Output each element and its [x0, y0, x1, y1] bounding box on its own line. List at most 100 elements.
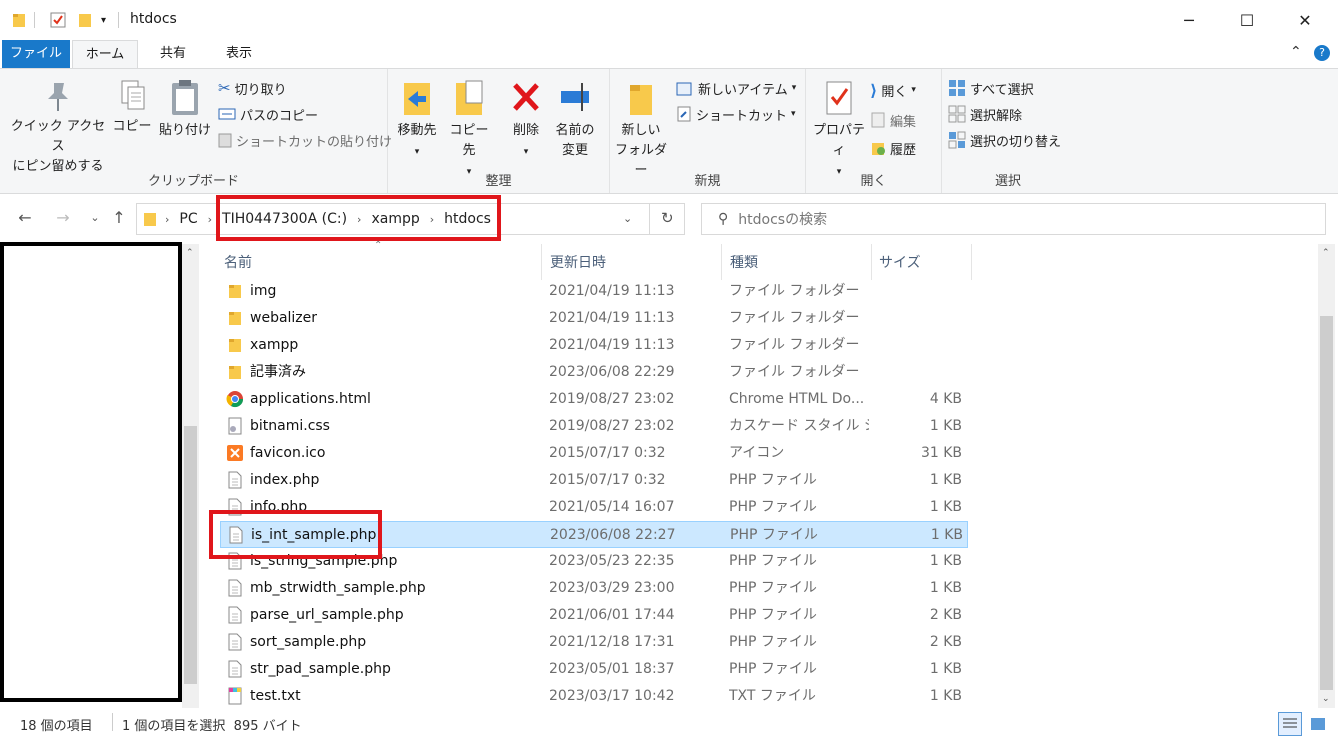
cut-label: 切り取り: [234, 82, 287, 98]
file-icon: [226, 606, 244, 624]
file-size: [870, 305, 962, 332]
up-arrow-icon[interactable]: ↑: [108, 208, 130, 227]
new-item-button[interactable]: 新しいアイテム ▾: [676, 77, 796, 99]
shortcut-button[interactable]: ショートカット ▾: [676, 103, 796, 125]
refresh-icon[interactable]: ↻: [661, 209, 674, 227]
scroll-up-icon[interactable]: ⌃: [186, 248, 194, 258]
file-size: 2 KB: [929, 607, 962, 623]
file-type: PHP ファイル: [729, 661, 817, 677]
paste-shortcut-icon: [218, 133, 232, 148]
file-name: mb_strwidth_sample.php: [250, 580, 426, 596]
file-row[interactable]: str_pad_sample.php 2023/05/01 18:37 PHP ファ…: [220, 656, 968, 683]
pin-quick-access-button[interactable]: クイック アクセス にピン留めする: [8, 79, 108, 177]
paste-shortcut-button[interactable]: ショートカットの貼り付け: [218, 129, 392, 151]
collapse-ribbon-icon[interactable]: ⌃: [1290, 44, 1302, 60]
file-size: [870, 359, 962, 386]
file-row[interactable]: test.txt 2023/03/17 10:42 TXT ファイル 1 KB: [220, 683, 968, 710]
paste-button[interactable]: 貼り付け: [156, 79, 214, 141]
search-input[interactable]: ⚲ htdocsの検索: [701, 203, 1326, 235]
file-name: parse_url_sample.php: [250, 607, 404, 623]
breadcrumb-pc[interactable]: PC: [179, 211, 197, 227]
file-type: Chrome HTML Do...: [729, 391, 865, 407]
file-row[interactable]: applications.html 2019/08/27 23:02 Chrome …: [220, 386, 968, 413]
copy-button[interactable]: コピー: [112, 79, 152, 137]
tab-file[interactable]: ファイル: [2, 40, 70, 68]
properties-quick-icon[interactable]: [50, 10, 66, 30]
customize-quick-access-icon[interactable]: ▾: [101, 10, 106, 30]
copy-path-button[interactable]: パスのコピー: [218, 103, 318, 125]
column-header-date[interactable]: 更新日時: [550, 252, 606, 278]
copy-to-button[interactable]: コピー先 ▾: [444, 79, 494, 182]
new-folder-quick-icon[interactable]: [78, 10, 92, 30]
file-scroll-thumb[interactable]: [1320, 316, 1333, 690]
file-row[interactable]: mb_strwidth_sample.php 2023/03/29 23:00 PH…: [220, 575, 968, 602]
file-row[interactable]: 記事済み 2023/06/08 22:29 ファイル フォルダー: [220, 359, 968, 386]
tab-view[interactable]: 表示: [206, 40, 272, 68]
forward-arrow-icon[interactable]: →: [52, 208, 74, 227]
column-header-type[interactable]: 種類: [730, 252, 758, 278]
file-row[interactable]: img 2021/04/19 11:13 ファイル フォルダー: [220, 278, 968, 305]
highlight-file-annotation: [209, 510, 382, 559]
file-row[interactable]: webalizer 2021/04/19 11:13 ファイル フォルダー: [220, 305, 968, 332]
details-view-icon[interactable]: [1278, 712, 1302, 736]
file-list: ⌃ 名前 更新日時 種類 サイズ img 2021/04/19 11:13 ファイル…: [216, 240, 1316, 710]
select-all-button[interactable]: すべて選択: [948, 77, 1034, 99]
history-label: 履歴: [890, 142, 917, 158]
new-item-icon: [676, 82, 692, 96]
tab-home[interactable]: ホーム: [72, 40, 138, 68]
copy-to-label: コピー先: [449, 123, 489, 158]
new-folder-button[interactable]: 新しい フォルダー: [610, 79, 672, 181]
open-button[interactable]: ⟩ 開く ▾: [870, 79, 916, 101]
search-placeholder: htdocsの検索: [738, 212, 828, 228]
file-type: PHP ファイル: [729, 580, 817, 596]
address-dropdown-icon[interactable]: ⌄: [623, 212, 632, 225]
file-row[interactable]: favicon.ico 2015/07/17 0:32 アイコン 31 KB: [220, 440, 968, 467]
invert-selection-button[interactable]: 選択の切り替え: [948, 129, 1061, 151]
edit-button[interactable]: 編集: [870, 109, 916, 131]
minimize-button[interactable]: ─: [1160, 0, 1218, 40]
file-row[interactable]: xampp 2021/04/19 11:13 ファイル フォルダー: [220, 332, 968, 359]
open-label: 開く: [881, 84, 908, 100]
copy-to-icon: [456, 80, 483, 115]
history-button[interactable]: 履歴: [870, 137, 916, 159]
cut-button[interactable]: ✂ 切り取り: [218, 77, 287, 99]
file-date: 2023/05/23 22:35: [549, 553, 675, 569]
ribbon-tabs: ファイル ホーム 共有 表示: [0, 40, 1338, 68]
help-icon[interactable]: ?: [1314, 45, 1330, 61]
column-header-name[interactable]: 名前: [224, 252, 252, 278]
back-arrow-icon[interactable]: ←: [14, 208, 36, 227]
scroll-down-icon[interactable]: ⌄: [1322, 694, 1330, 704]
maximize-button[interactable]: ☐: [1218, 0, 1276, 40]
file-size: 1 KB: [929, 580, 962, 596]
chrome-icon: [226, 390, 244, 408]
delete-button[interactable]: 削除 ▾: [504, 79, 548, 162]
file-type: PHP ファイル: [729, 607, 817, 623]
file-row[interactable]: bitnami.css 2019/08/27 23:02 カスケード スタイル シ.…: [220, 413, 968, 440]
properties-button[interactable]: プロパティ ▾: [808, 79, 870, 182]
tab-share[interactable]: 共有: [140, 40, 206, 68]
select-none-button[interactable]: 選択解除: [948, 103, 1022, 125]
file-date: 2023/06/08 22:27: [550, 527, 676, 543]
file-row[interactable]: parse_url_sample.php 2021/06/01 17:44 PHP …: [220, 602, 968, 629]
nav-scroll-thumb[interactable]: [184, 426, 197, 684]
file-size: [870, 332, 962, 359]
rename-button[interactable]: 名前の 変更: [550, 79, 600, 161]
nav-pane-scrollbar[interactable]: ⌃: [182, 244, 199, 708]
rename-label-2: 変更: [561, 143, 588, 158]
large-icons-view-icon[interactable]: [1306, 712, 1330, 736]
file-list-scrollbar[interactable]: ⌃ ⌄: [1318, 244, 1335, 708]
file-row[interactable]: sort_sample.php 2021/12/18 17:31 PHP ファイル 2…: [220, 629, 968, 656]
move-to-button[interactable]: 移動先 ▾: [392, 79, 442, 162]
close-button[interactable]: ✕: [1276, 0, 1334, 40]
file-size: 2 KB: [929, 634, 962, 650]
new-folder-icon: [630, 85, 652, 115]
file-date: 2015/07/17 0:32: [549, 472, 666, 488]
file-name: img: [250, 283, 277, 299]
file-type: カスケード スタイル シ...: [729, 418, 869, 434]
file-row[interactable]: index.php 2015/07/17 0:32 PHP ファイル 1 KB: [220, 467, 968, 494]
file-date: 2021/12/18 17:31: [549, 634, 675, 650]
column-header-size[interactable]: サイズ: [879, 252, 921, 278]
recent-locations-icon[interactable]: ⌄: [84, 211, 106, 224]
file-icon: [226, 660, 244, 678]
scroll-up-icon[interactable]: ⌃: [1322, 248, 1330, 258]
